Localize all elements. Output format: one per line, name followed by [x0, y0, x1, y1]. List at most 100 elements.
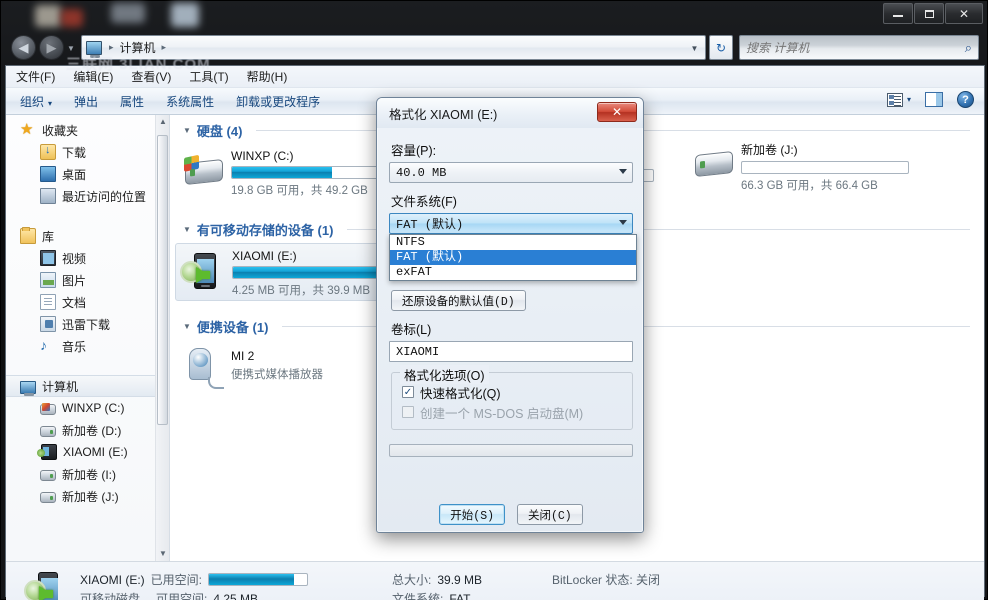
- filesystem-option-exfat[interactable]: exFAT: [390, 265, 636, 280]
- menu-file[interactable]: 文件(F): [16, 68, 55, 85]
- status-bitlocker: BitLocker 状态: 关闭: [552, 573, 661, 587]
- hard-drive-icon: [40, 470, 56, 481]
- computer-icon: [20, 380, 36, 396]
- sidebar-item-downloads[interactable]: 下载: [6, 141, 169, 163]
- address-dropdown-icon[interactable]: ▼: [686, 39, 703, 58]
- recent-pages-caret-icon[interactable]: ▼: [67, 44, 75, 53]
- maximize-button[interactable]: [914, 3, 944, 24]
- sidebar-item-volume-i[interactable]: 新加卷 (I:): [6, 463, 169, 485]
- status-drive-name: XIAOMI (E:): [80, 572, 145, 587]
- sidebar-label: 计算机: [42, 379, 79, 394]
- filesystem-option-ntfs[interactable]: NTFS: [390, 235, 636, 250]
- help-button[interactable]: ?: [957, 91, 974, 108]
- minimize-button[interactable]: [883, 3, 913, 24]
- eject-button[interactable]: 弹出: [74, 93, 98, 110]
- filesystem-dropdown-list[interactable]: NTFS FAT (默认) exFAT: [389, 234, 637, 281]
- toolbar-right-group: ▾ ?: [886, 91, 974, 108]
- volume-label-input[interactable]: XIAOMI: [389, 341, 633, 362]
- chevron-down-icon: ▾: [48, 98, 53, 108]
- preview-pane-button[interactable]: [925, 92, 943, 107]
- window-controls: ✕: [883, 3, 983, 24]
- dialog-body: 容量(P): 40.0 MB 文件系统(F) FAT (默认) 还原设备的默认值…: [387, 132, 635, 525]
- search-box[interactable]: ⌕: [739, 35, 979, 60]
- dialog-close-button[interactable]: ✕: [597, 102, 637, 122]
- sidebar-item-desktop[interactable]: 桌面: [6, 163, 169, 185]
- sidebar-item-documents[interactable]: 文档: [6, 291, 169, 313]
- capacity-bar: [232, 266, 400, 279]
- music-icon: ♪: [40, 337, 47, 353]
- breadcrumb-separator-icon[interactable]: ▸: [158, 42, 171, 53]
- back-button[interactable]: ◀: [11, 35, 36, 60]
- start-button[interactable]: 开始(S): [439, 504, 505, 525]
- sidebar-item-volume-j[interactable]: 新加卷 (J:): [6, 485, 169, 507]
- close-icon: ✕: [611, 105, 623, 119]
- dialog-action-buttons: 开始(S) 关闭(C): [387, 504, 635, 525]
- sidebar-item-volume-d[interactable]: 新加卷 (D:): [6, 419, 169, 441]
- collapse-triangle-icon[interactable]: ▼: [183, 322, 191, 331]
- status-total-value: 39.9 MB: [437, 572, 483, 587]
- sidebar-item-thunder-download[interactable]: 迅雷下载: [6, 313, 169, 335]
- filesystem-combobox[interactable]: FAT (默认): [389, 213, 633, 234]
- navigation-scrollbar[interactable]: ▲ ▼: [155, 115, 169, 561]
- quick-format-checkbox[interactable]: ✓: [402, 386, 414, 398]
- sidebar-item-favorites[interactable]: ★ 收藏夹: [6, 119, 169, 141]
- forward-arrow-icon: ▶: [46, 39, 57, 55]
- details-column-primary: XIAOMI (E:) 已用空间: 可移动磁盘 可用空间: 4.25 MB: [80, 570, 309, 600]
- documents-icon: [40, 294, 56, 310]
- format-options-legend: 格式化选项(O): [400, 365, 489, 384]
- sidebar-item-recent-places[interactable]: 最近访问的位置: [6, 185, 169, 207]
- system-properties-button[interactable]: 系统属性: [166, 93, 214, 110]
- video-icon: [40, 250, 56, 266]
- sidebar-item-winxp-c[interactable]: WINXP (C:): [6, 397, 169, 419]
- refresh-button[interactable]: ↻: [709, 35, 733, 60]
- sidebar-label: 下载: [62, 145, 87, 160]
- close-button[interactable]: 关闭(C): [517, 504, 583, 525]
- msdos-boot-label: 创建一个 MS-DOS 启动盘(M): [420, 406, 584, 421]
- downloads-icon: [40, 144, 56, 160]
- scroll-up-icon[interactable]: ▲: [158, 117, 168, 127]
- chevron-down-icon: ▾: [906, 95, 911, 104]
- drive-tile-volume-j[interactable]: 新加卷 (J:) 66.3 GB 可用，共 66.4 GB: [685, 136, 940, 194]
- title-bar: ✕: [1, 1, 988, 29]
- properties-button[interactable]: 属性: [120, 93, 144, 110]
- uninstall-change-program-button[interactable]: 卸载或更改程序: [236, 93, 320, 110]
- capacity-bar: [231, 166, 399, 179]
- capacity-combobox[interactable]: 40.0 MB: [389, 162, 633, 183]
- phone-removable-icon: [24, 570, 72, 600]
- forward-button[interactable]: ▶: [39, 35, 64, 60]
- filesystem-label: 文件系统(F): [391, 195, 457, 209]
- search-input[interactable]: [746, 40, 965, 55]
- organize-button[interactable]: 组织 ▾: [20, 93, 52, 110]
- scroll-down-icon[interactable]: ▼: [158, 549, 168, 559]
- sidebar-item-videos[interactable]: 视频: [6, 247, 169, 269]
- status-drive-type: 可移动磁盘: [80, 592, 141, 600]
- scrollbar-thumb[interactable]: [157, 135, 168, 425]
- sidebar-item-music[interactable]: ♪ 音乐: [6, 335, 169, 357]
- msdos-boot-checkbox: [402, 406, 414, 418]
- sidebar-label: 桌面: [62, 167, 87, 182]
- sidebar-item-computer[interactable]: 计算机: [6, 375, 169, 397]
- navigation-pane[interactable]: ★ 收藏夹 下载 桌面 最近访问的位置: [6, 115, 170, 561]
- status-total-label: 总大小:: [392, 573, 432, 587]
- filesystem-option-fat[interactable]: FAT (默认): [390, 250, 636, 265]
- nav-group-libraries: 库 视频 图片 文档 迅雷下载 ♪ 音乐: [6, 221, 169, 357]
- sidebar-label: XIAOMI (E:): [63, 445, 128, 459]
- collapse-triangle-icon[interactable]: ▼: [183, 126, 191, 135]
- drive-name: 新加卷 (J:): [741, 143, 798, 157]
- format-dialog[interactable]: 格式化 XIAOMI (E:) ✕ 容量(P): 40.0 MB 文件系统(F)…: [376, 97, 644, 533]
- restore-device-defaults-button[interactable]: 还原设备的默认值(D): [391, 290, 526, 311]
- hard-drive-icon: [40, 426, 56, 437]
- chevron-down-icon: [619, 169, 627, 174]
- quick-format-row[interactable]: ✓ 快速格式化(Q): [402, 383, 624, 401]
- change-view-button[interactable]: ▾: [886, 92, 911, 107]
- status-filesystem-value: FAT: [449, 591, 471, 600]
- sidebar-item-pictures[interactable]: 图片: [6, 269, 169, 291]
- breadcrumb-separator-icon: ▸: [109, 42, 114, 52]
- menu-help[interactable]: 帮助(H): [247, 68, 288, 85]
- close-window-button[interactable]: ✕: [945, 3, 983, 24]
- status-filesystem-label: 文件系统:: [392, 592, 444, 600]
- sidebar-item-libraries[interactable]: 库: [6, 225, 169, 247]
- msdos-boot-row: 创建一个 MS-DOS 启动盘(M): [402, 403, 624, 421]
- collapse-triangle-icon[interactable]: ▼: [183, 225, 191, 234]
- sidebar-item-xiaomi-e[interactable]: XIAOMI (E:): [6, 441, 169, 463]
